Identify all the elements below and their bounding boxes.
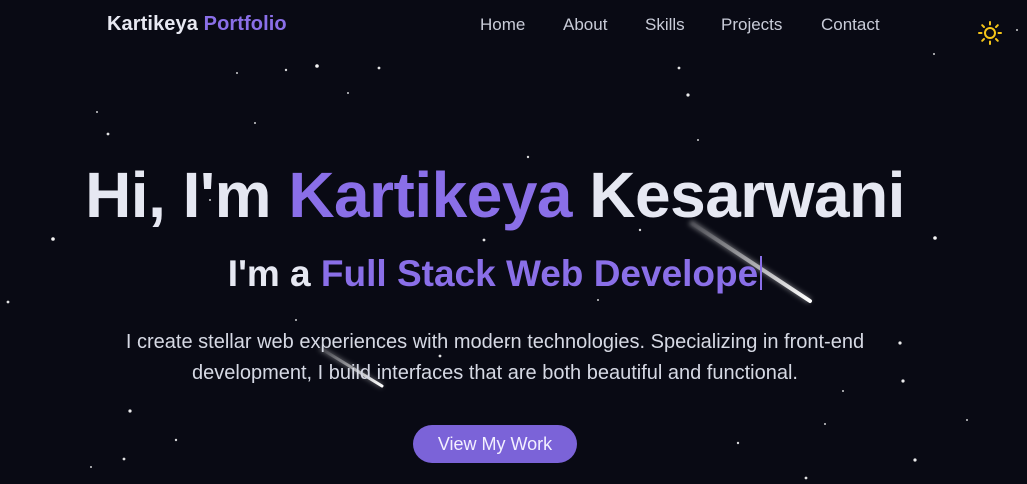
star-dot bbox=[96, 111, 98, 113]
star-dot bbox=[686, 93, 690, 97]
nav-link-projects[interactable]: Projects bbox=[721, 15, 782, 35]
stars-layer bbox=[6, 29, 1018, 480]
star-dot bbox=[254, 122, 256, 124]
nav-link-skills[interactable]: Skills bbox=[645, 15, 685, 35]
star-dot bbox=[6, 300, 10, 304]
typed-role: Full Stack Web Develope bbox=[320, 253, 759, 294]
hero-first-name: Kartikeya bbox=[288, 159, 572, 231]
star-dot bbox=[913, 458, 917, 462]
star-dot bbox=[933, 236, 937, 240]
star-dot bbox=[90, 466, 92, 468]
star-dot bbox=[736, 441, 740, 445]
theme-toggle-button[interactable] bbox=[977, 20, 1003, 46]
hero-subtitle: I'm a Full Stack Web Develope bbox=[0, 253, 990, 295]
sun-icon bbox=[978, 21, 1002, 45]
star-dot bbox=[482, 238, 486, 242]
star-dot bbox=[128, 409, 132, 413]
star-dot bbox=[106, 132, 110, 136]
star-dot bbox=[51, 237, 55, 241]
star-dot bbox=[842, 390, 844, 392]
star-dot bbox=[236, 72, 238, 74]
star-dot bbox=[697, 139, 699, 141]
star-dot bbox=[174, 438, 178, 442]
star-dot bbox=[677, 66, 681, 70]
star-dot bbox=[824, 423, 826, 425]
view-my-work-button[interactable]: View My Work bbox=[413, 425, 577, 463]
navbar: Kartikeya Portfolio Home About Skills Pr… bbox=[0, 0, 1027, 50]
star-dot bbox=[966, 419, 968, 421]
brand-portfolio: Portfolio bbox=[203, 13, 287, 35]
hero-last-name: Kesarwani bbox=[589, 159, 905, 231]
hero-greeting: Hi, I'm bbox=[85, 159, 272, 231]
brand-logo[interactable]: Kartikeya Portfolio bbox=[107, 13, 287, 36]
subtitle-prefix: I'm a bbox=[227, 253, 311, 294]
star-dot bbox=[933, 53, 935, 55]
star-dot bbox=[122, 457, 126, 461]
starfield-background bbox=[0, 0, 1027, 484]
star-dot bbox=[347, 92, 349, 94]
star-dot bbox=[804, 476, 808, 480]
hero-description: I create stellar web experiences with mo… bbox=[125, 331, 865, 384]
star-dot bbox=[315, 64, 319, 68]
typing-cursor bbox=[760, 256, 763, 290]
nav-link-about[interactable]: About bbox=[563, 15, 607, 35]
star-dot bbox=[284, 68, 288, 72]
brand-first-name: Kartikeya bbox=[107, 13, 198, 35]
nav-link-contact[interactable]: Contact bbox=[821, 15, 880, 35]
star-dot bbox=[377, 66, 381, 70]
hero-title: Hi, I'm Kartikeya Kesarwani bbox=[0, 158, 990, 232]
star-dot bbox=[597, 299, 599, 301]
star-dot bbox=[295, 319, 297, 321]
nav-link-home[interactable]: Home bbox=[480, 15, 525, 35]
